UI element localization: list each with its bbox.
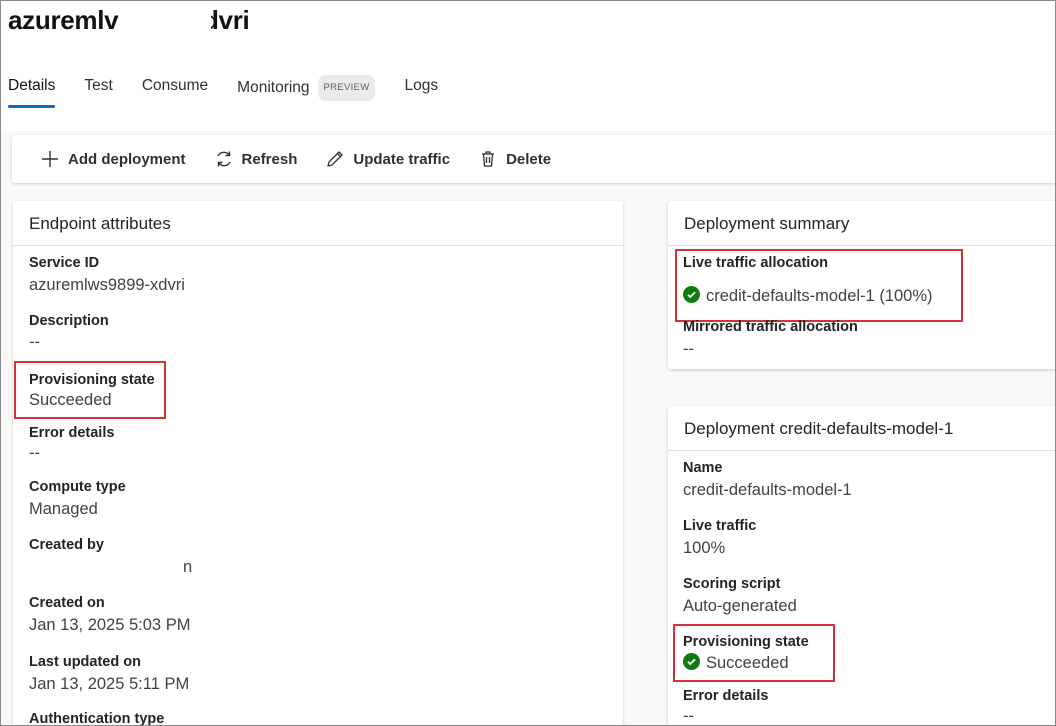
- tab-consume[interactable]: Consume: [142, 75, 208, 111]
- live-traffic-value: 100%: [683, 539, 726, 557]
- add-deployment-label: Add deployment: [68, 150, 186, 168]
- tab-monitoring-label: Monitoring: [237, 79, 310, 96]
- tab-test-label: Test: [84, 77, 113, 94]
- created-on-label: Created on: [29, 595, 105, 611]
- live-traffic-allocation-value: credit-defaults-model-1 (100%): [683, 286, 933, 306]
- delete-label: Delete: [506, 150, 552, 168]
- deployment-detail-heading: Deployment credit-defaults-model-1: [668, 406, 1055, 451]
- refresh-button[interactable]: Refresh: [214, 149, 298, 169]
- tab-consume-label: Consume: [141, 77, 209, 94]
- deployment-summary-heading: Deployment summary: [668, 201, 1055, 246]
- endpoint-details-page: azuremlv 9899 xdvri Details Test Consume…: [0, 0, 1056, 726]
- created-by-value: n: [183, 558, 193, 576]
- tab-bar: Details Test Consume Monitoring PREVIEW L…: [8, 75, 467, 111]
- deployment-summary-card: Deployment summary Live traffic allocati…: [668, 201, 1055, 369]
- preview-badge: PREVIEW: [317, 75, 376, 101]
- error-details-value: --: [29, 444, 40, 462]
- update-traffic-label: Update traffic: [353, 150, 451, 168]
- pencil-icon: [327, 151, 344, 167]
- deployment-provisioning-value: Succeeded: [683, 653, 789, 673]
- last-updated-label: Last updated on: [29, 654, 141, 670]
- description-label: Description: [29, 313, 109, 329]
- compute-type-label: Compute type: [29, 479, 126, 495]
- deployment-detail-card: Deployment credit-defaults-model-1 Name …: [668, 406, 1055, 725]
- provisioning-state-value: Succeeded: [29, 391, 112, 409]
- redaction-mask: [121, 5, 211, 31]
- endpoint-attributes-heading: Endpoint attributes: [13, 201, 623, 246]
- command-bar: Add deployment Refresh Update traffic De…: [12, 135, 1055, 183]
- service-id-label: Service ID: [29, 255, 100, 271]
- deployment-name-value: credit-defaults-model-1: [683, 481, 852, 499]
- update-traffic-button[interactable]: Update traffic: [325, 149, 450, 169]
- created-on-value: Jan 13, 2025 5:03 PM: [29, 616, 191, 634]
- live-traffic-label: Live traffic: [683, 518, 757, 534]
- compute-type-value: Managed: [29, 500, 98, 518]
- tab-monitoring[interactable]: Monitoring PREVIEW: [237, 75, 376, 111]
- tab-details[interactable]: Details: [8, 75, 56, 111]
- tab-logs-label: Logs: [404, 77, 439, 94]
- authentication-type-label: Authentication type: [29, 711, 165, 726]
- tab-test[interactable]: Test: [84, 75, 112, 111]
- success-check-icon: [683, 653, 700, 670]
- tab-details-label: Details: [8, 77, 56, 94]
- service-id-value: azuremlws9899-xdvri: [29, 276, 185, 294]
- live-traffic-allocation-text: credit-defaults-model-1 (100%): [706, 287, 933, 305]
- success-check-icon: [683, 286, 700, 303]
- tab-logs[interactable]: Logs: [404, 75, 438, 111]
- endpoint-attributes-card: Endpoint attributes Service ID azuremlws…: [13, 201, 623, 726]
- deployment-name-label: Name: [683, 460, 723, 476]
- mirrored-traffic-label: Mirrored traffic allocation: [683, 319, 858, 335]
- provisioning-highlight-box: [14, 361, 166, 419]
- add-deployment-button[interactable]: Add deployment: [40, 149, 186, 169]
- page-header: azuremlv 9899 xdvri Details Test Consume…: [1, 1, 1055, 131]
- deployment-provisioning-text: Succeeded: [706, 654, 789, 672]
- delete-button[interactable]: Delete: [478, 149, 551, 169]
- deployment-error-label: Error details: [683, 688, 769, 704]
- scoring-script-value: Auto-generated: [683, 597, 797, 615]
- deployment-error-value: --: [683, 707, 694, 725]
- live-traffic-allocation-label: Live traffic allocation: [683, 255, 829, 271]
- error-details-label: Error details: [29, 425, 115, 441]
- deployment-provisioning-label: Provisioning state: [683, 634, 809, 650]
- scoring-script-label: Scoring script: [683, 576, 781, 592]
- mirrored-traffic-value: --: [683, 340, 694, 358]
- refresh-label: Refresh: [241, 150, 298, 168]
- created-by-label: Created by: [29, 537, 104, 553]
- description-value: --: [29, 333, 40, 351]
- last-updated-value: Jan 13, 2025 5:11 PM: [29, 675, 190, 693]
- provisioning-state-label: Provisioning state: [29, 372, 155, 388]
- refresh-icon: [216, 151, 231, 167]
- plus-icon: [42, 151, 58, 167]
- trash-icon: [482, 151, 495, 167]
